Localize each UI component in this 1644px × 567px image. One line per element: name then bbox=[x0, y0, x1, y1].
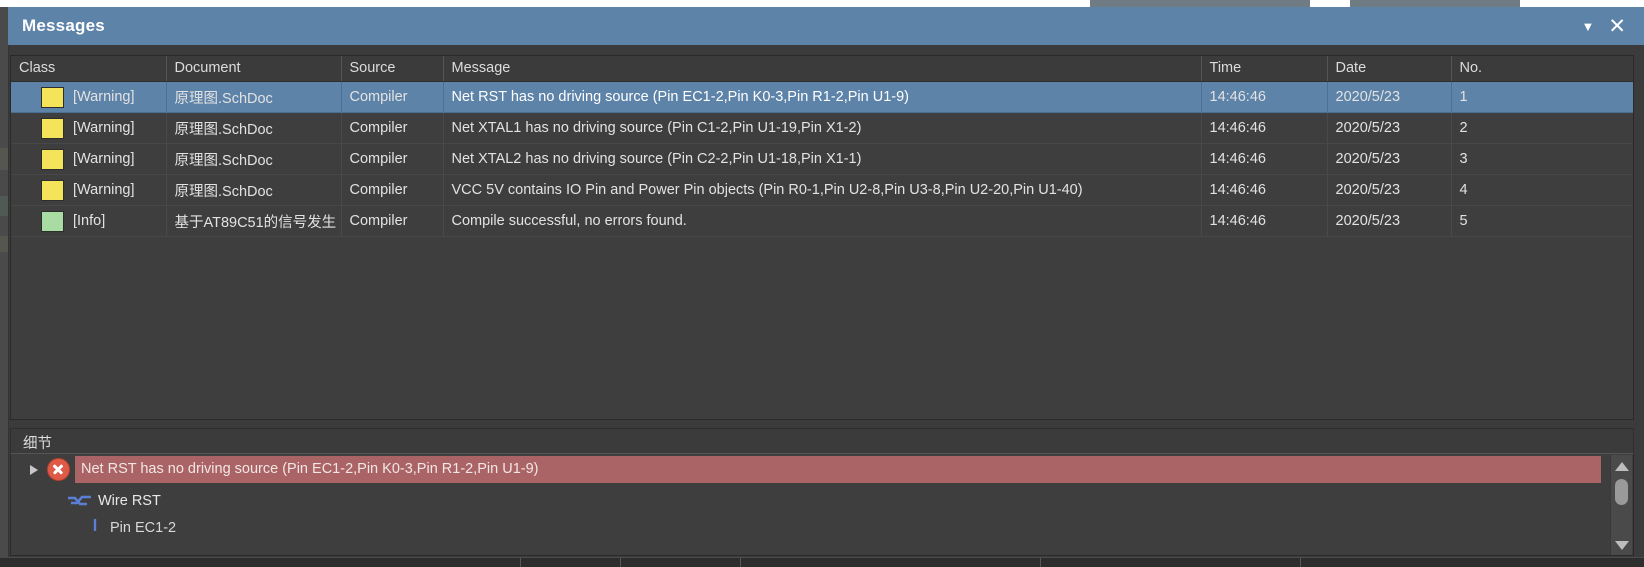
messages-panel: Messages ▼ ✕ Class Document Source Messa… bbox=[0, 0, 1644, 567]
error-circle-icon bbox=[47, 458, 70, 481]
table-row[interactable]: [Warning] 原理图.SchDoc Compiler VCC 5V contai… bbox=[11, 174, 1633, 206]
table-row[interactable]: [Warning] 原理图.SchDoc Compiler Net XTAL2 has… bbox=[11, 143, 1633, 175]
cell-class: [Warning] bbox=[11, 81, 167, 113]
wire-icon bbox=[67, 493, 93, 509]
cell-msg: Net RST has no driving source (Pin EC1-2… bbox=[443, 81, 1202, 113]
status-tick bbox=[1300, 558, 1301, 567]
scroll-up-arrow-icon[interactable] bbox=[1611, 457, 1632, 475]
severity-swatch-warning bbox=[41, 117, 64, 139]
panel-title: Messages bbox=[22, 16, 105, 35]
edge-nub bbox=[0, 196, 8, 216]
class-label: [Warning] bbox=[73, 89, 135, 105]
details-header-label: 细节 bbox=[10, 428, 1634, 453]
cell-msg: Net XTAL2 has no driving source (Pin C2-… bbox=[443, 143, 1202, 175]
details-error-text: Net RST has no driving source (Pin EC1-2… bbox=[75, 456, 1601, 483]
cell-time: 14:46:46 bbox=[1201, 112, 1328, 144]
column-header-time[interactable]: Time bbox=[1201, 56, 1328, 82]
cell-msg: Compile successful, no errors found. bbox=[443, 205, 1202, 237]
cell-class: [Warning] bbox=[11, 174, 167, 206]
top-sliver-segment bbox=[1090, 0, 1310, 7]
cell-document: 原理图.SchDoc bbox=[166, 112, 342, 144]
cell-class: [Warning] bbox=[11, 112, 167, 144]
cell-document: 原理图.SchDoc bbox=[166, 143, 342, 175]
scroll-down-arrow-icon[interactable] bbox=[1611, 536, 1632, 554]
cell-class: [Warning] bbox=[11, 143, 167, 175]
cell-no: 2 bbox=[1451, 112, 1633, 144]
close-icon[interactable]: ✕ bbox=[1602, 12, 1632, 41]
details-child-row[interactable]: Pin EC1-2 bbox=[11, 512, 1633, 543]
cell-time: 14:46:46 bbox=[1201, 205, 1328, 237]
cell-source: Compiler bbox=[341, 112, 444, 144]
details-child-label: Wire RST bbox=[98, 492, 161, 509]
status-tick bbox=[1040, 558, 1041, 567]
status-tick bbox=[740, 558, 741, 567]
details-error-row[interactable]: Net RST has no driving source (Pin EC1-2… bbox=[11, 454, 1633, 485]
table-row[interactable]: [Info] 基于AT89C51的信号发生 Compiler Compile succ… bbox=[11, 205, 1633, 237]
column-header-message[interactable]: Message bbox=[443, 56, 1202, 82]
severity-swatch-info bbox=[41, 210, 64, 232]
status-tick bbox=[520, 558, 521, 567]
cell-source: Compiler bbox=[341, 174, 444, 206]
cell-source: Compiler bbox=[341, 81, 444, 113]
class-label: [Warning] bbox=[73, 151, 135, 167]
cell-date: 2020/5/23 bbox=[1327, 143, 1452, 175]
top-sliver-segment bbox=[1350, 0, 1520, 7]
status-tick bbox=[620, 558, 621, 567]
panel-titlebar: Messages ▼ ✕ bbox=[8, 7, 1644, 45]
details-panel: 细节 Net RST has no driving source (Pin EC… bbox=[10, 428, 1634, 556]
cell-document: 原理图.SchDoc bbox=[166, 174, 342, 206]
grid-header-row: Class Document Source Message Time Date … bbox=[11, 56, 1633, 82]
edge-nub bbox=[0, 148, 8, 170]
cell-msg: VCC 5V contains IO Pin and Power Pin obj… bbox=[443, 174, 1202, 206]
cell-date: 2020/5/23 bbox=[1327, 174, 1452, 206]
cell-date: 2020/5/23 bbox=[1327, 81, 1452, 113]
column-header-no[interactable]: No. bbox=[1451, 56, 1633, 82]
details-scrollbar[interactable] bbox=[1610, 455, 1632, 555]
cell-document: 基于AT89C51的信号发生 bbox=[166, 205, 342, 237]
cell-no: 4 bbox=[1451, 174, 1633, 206]
chevron-down-icon[interactable]: ▼ bbox=[1576, 16, 1601, 37]
cell-time: 14:46:46 bbox=[1201, 174, 1328, 206]
class-label: [Warning] bbox=[73, 120, 135, 136]
cell-no: 5 bbox=[1451, 205, 1633, 237]
bottom-status-strip bbox=[0, 557, 1644, 567]
severity-swatch-warning bbox=[41, 86, 64, 108]
column-header-source[interactable]: Source bbox=[341, 56, 444, 82]
severity-swatch-warning bbox=[41, 148, 64, 170]
details-child-label: Pin EC1-2 bbox=[110, 519, 177, 536]
cell-document: 原理图.SchDoc bbox=[166, 81, 342, 113]
column-header-date[interactable]: Date bbox=[1327, 56, 1452, 82]
top-background-sliver bbox=[0, 0, 1644, 7]
disclosure-triangle-icon[interactable] bbox=[29, 463, 43, 477]
messages-grid[interactable]: Class Document Source Message Time Date … bbox=[10, 55, 1634, 420]
class-label: [Warning] bbox=[73, 182, 135, 198]
cell-date: 2020/5/23 bbox=[1327, 112, 1452, 144]
details-tree[interactable]: Net RST has no driving source (Pin EC1-2… bbox=[10, 453, 1634, 556]
cell-no: 1 bbox=[1451, 81, 1633, 113]
pin-icon bbox=[91, 518, 105, 537]
class-label: [Info] bbox=[73, 213, 106, 229]
cell-time: 14:46:46 bbox=[1201, 143, 1328, 175]
cell-class: [Info] bbox=[11, 205, 167, 237]
cell-time: 14:46:46 bbox=[1201, 81, 1328, 113]
scrollbar-thumb[interactable] bbox=[1615, 479, 1628, 505]
severity-swatch-warning bbox=[41, 179, 64, 201]
cell-source: Compiler bbox=[341, 205, 444, 237]
cell-no: 3 bbox=[1451, 143, 1633, 175]
adjacent-panel-edge bbox=[0, 0, 9, 567]
column-header-class[interactable]: Class bbox=[11, 56, 167, 82]
cell-msg: Net XTAL1 has no driving source (Pin C1-… bbox=[443, 112, 1202, 144]
table-row[interactable]: [Warning] 原理图.SchDoc Compiler Net RST has n… bbox=[11, 81, 1633, 113]
table-row[interactable]: [Warning] 原理图.SchDoc Compiler Net XTAL1 has… bbox=[11, 112, 1633, 144]
edge-nub bbox=[0, 236, 8, 252]
cell-date: 2020/5/23 bbox=[1327, 205, 1452, 237]
column-header-document[interactable]: Document bbox=[166, 56, 342, 82]
cell-source: Compiler bbox=[341, 143, 444, 175]
